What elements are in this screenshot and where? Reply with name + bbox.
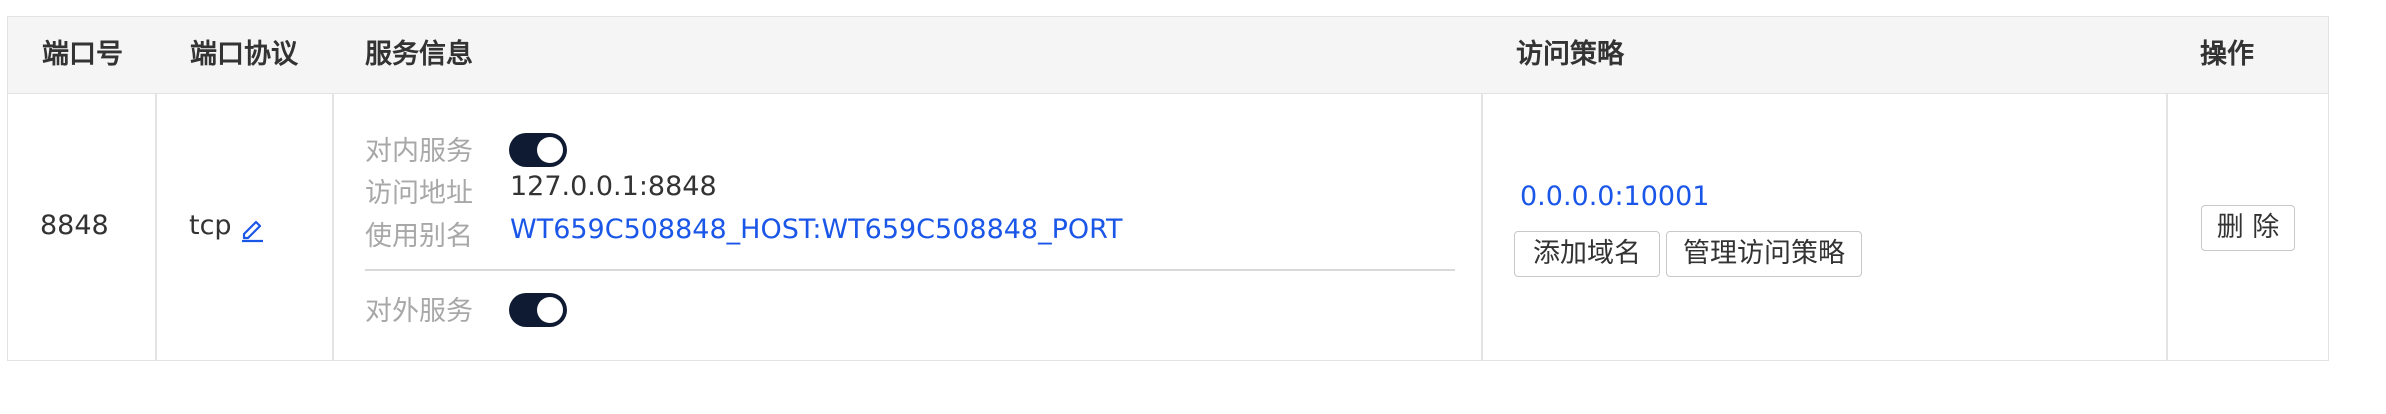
alias-link[interactable]: WT659C508848_HOST:WT659C508848_PORT: [510, 214, 1122, 245]
external-service-toggle[interactable]: [509, 293, 567, 327]
internal-service-toggle[interactable]: [509, 133, 567, 167]
col-header-port: 端口号: [42, 39, 123, 70]
column-divider: [1481, 93, 1483, 360]
divider: [365, 269, 1455, 271]
column-divider: [2166, 93, 2168, 360]
protocol-value: tcp: [189, 210, 232, 241]
col-header-actions: 操作: [2200, 39, 2254, 70]
edit-protocol-icon[interactable]: [238, 213, 266, 243]
col-header-access-policy: 访问策略: [1516, 39, 1624, 70]
access-address-value: 127.0.0.1:8848: [510, 171, 717, 202]
internal-service-label: 对内服务: [365, 136, 473, 167]
port-value: 8848: [40, 210, 109, 241]
column-divider: [155, 93, 157, 360]
col-header-service-info: 服务信息: [365, 39, 473, 70]
column-divider: [332, 93, 334, 360]
delete-button[interactable]: 删 除: [2201, 205, 2295, 251]
policy-address-link[interactable]: 0.0.0.0:10001: [1520, 181, 1709, 212]
table-header: 端口号 端口协议 服务信息 访问策略 操作: [8, 17, 2328, 94]
col-header-protocol: 端口协议: [190, 39, 298, 70]
alias-label: 使用别名: [365, 221, 473, 252]
access-address-label: 访问地址: [365, 178, 473, 209]
port-table: 端口号 端口协议 服务信息 访问策略 操作 8848 tcp 对内服务 访问地址…: [7, 16, 2329, 361]
manage-policy-button[interactable]: 管理访问策略: [1666, 231, 1862, 277]
add-domain-button[interactable]: 添加域名: [1514, 231, 1660, 277]
external-service-label: 对外服务: [365, 296, 473, 327]
